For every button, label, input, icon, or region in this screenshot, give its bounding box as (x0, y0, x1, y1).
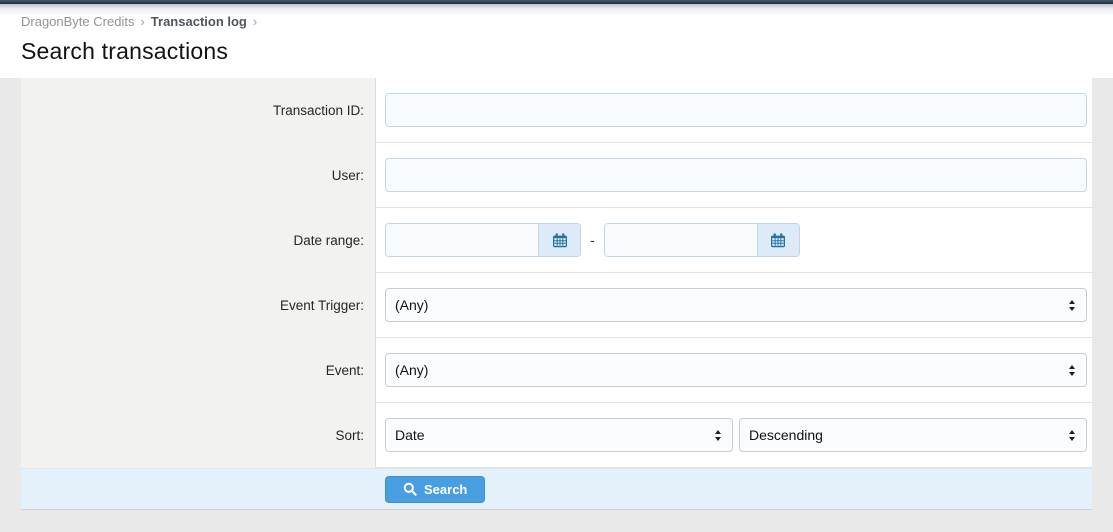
user-input[interactable] (385, 158, 1087, 192)
page-header: DragonByte Credits › Transaction log › S… (0, 4, 1113, 78)
sort-direction-selected-value: Descending (749, 427, 823, 443)
breadcrumb-link-dragonbyte-credits[interactable]: DragonByte Credits (21, 14, 134, 29)
event-trigger-selected-value: (Any) (395, 297, 428, 313)
page-title: Search transactions (21, 38, 1092, 65)
user-field-cell (376, 143, 1092, 208)
event-trigger-field-cell: (Any) (376, 273, 1092, 338)
select-stepper-icon (1069, 365, 1075, 376)
date-to-input[interactable] (605, 224, 757, 256)
date-range-label: Date range: (21, 208, 376, 273)
event-trigger-select[interactable]: (Any) (385, 288, 1087, 322)
date-to-group (604, 223, 800, 257)
form-row-event-trigger: Event Trigger: (Any) (21, 273, 1092, 338)
date-range-field-cell: - (376, 208, 1092, 273)
form-row-user: User: (21, 143, 1092, 208)
form-row-transaction-id: Transaction ID: (21, 78, 1092, 143)
transaction-id-label: Transaction ID: (21, 78, 376, 143)
form-row-sort: Sort: Date Descending (21, 403, 1092, 468)
breadcrumb-separator: › (140, 14, 144, 29)
form-row-event: Event: (Any) (21, 338, 1092, 403)
event-trigger-label: Event Trigger: (21, 273, 376, 338)
transaction-id-field-cell (376, 78, 1092, 143)
search-icon (403, 482, 417, 496)
search-button-label: Search (424, 482, 467, 497)
select-stepper-icon (715, 430, 721, 441)
date-from-picker-button[interactable] (538, 224, 580, 256)
transaction-id-input[interactable] (385, 93, 1087, 127)
event-label: Event: (21, 338, 376, 403)
select-stepper-icon (1069, 430, 1075, 441)
breadcrumb-separator: › (253, 14, 257, 29)
sort-by-select[interactable]: Date (385, 418, 733, 452)
sort-label: Sort: (21, 403, 376, 468)
sort-direction-select[interactable]: Descending (739, 418, 1087, 452)
user-label: User: (21, 143, 376, 208)
event-select[interactable]: (Any) (385, 353, 1087, 387)
breadcrumb: DragonByte Credits › Transaction log › (21, 14, 1092, 29)
event-field-cell: (Any) (376, 338, 1092, 403)
date-to-picker-button[interactable] (757, 224, 799, 256)
date-range-separator: - (590, 232, 595, 248)
sort-by-selected-value: Date (395, 427, 425, 443)
calendar-icon (552, 233, 568, 248)
breadcrumb-link-transaction-log[interactable]: Transaction log (151, 14, 247, 29)
event-selected-value: (Any) (395, 362, 428, 378)
search-button[interactable]: Search (385, 476, 485, 503)
date-from-input[interactable] (386, 224, 538, 256)
form-footer: Search (21, 468, 1092, 510)
form-row-date-range: Date range: - (21, 208, 1092, 273)
sort-field-cell: Date Descending (376, 403, 1092, 468)
search-form-panel: Transaction ID: User: Date range: (21, 78, 1092, 510)
select-stepper-icon (1069, 300, 1075, 311)
calendar-icon (770, 233, 786, 248)
date-from-group (385, 223, 581, 257)
